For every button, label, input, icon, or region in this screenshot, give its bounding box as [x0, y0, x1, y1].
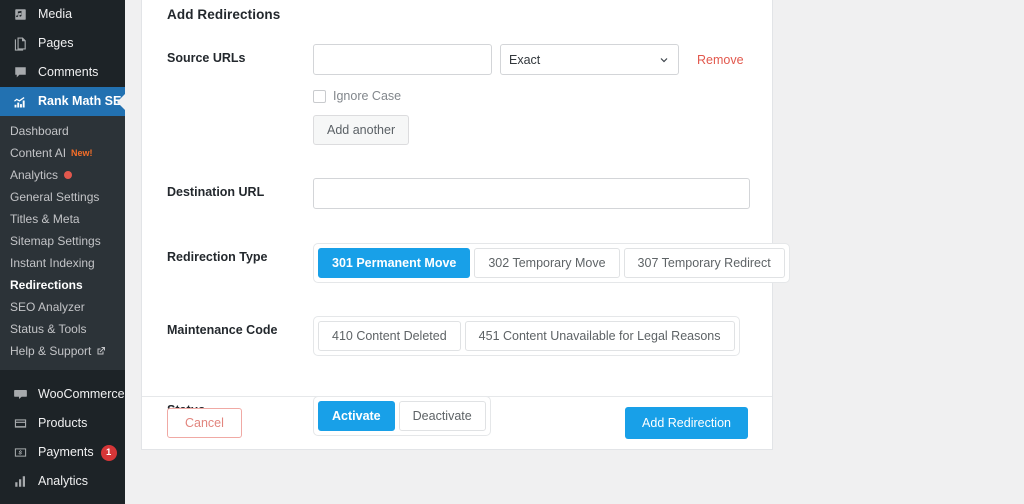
- source-url-line: Exact Remove: [313, 44, 772, 75]
- ignore-case-checkbox[interactable]: [313, 89, 326, 103]
- source-urls-label: Source URLs: [167, 51, 246, 65]
- add-another-button[interactable]: Add another: [313, 115, 410, 145]
- submenu-item-analytics[interactable]: Analytics: [0, 164, 125, 186]
- maintenance-code-label: Maintenance Code: [167, 323, 278, 337]
- payments-count-badge: 1: [100, 444, 117, 461]
- submenu-item-label: General Settings: [10, 190, 100, 204]
- submenu-item-label: Instant Indexing: [10, 256, 95, 270]
- sidebar-item-pages[interactable]: Pages: [0, 29, 125, 58]
- destination-url-input[interactable]: [313, 178, 750, 209]
- sidebar-item-payments[interactable]: Payments 1: [0, 438, 125, 467]
- submenu-item-redirections[interactable]: Redirections: [0, 274, 125, 296]
- field-row-maintenance-code: Maintenance Code 410 Content Deleted 451…: [142, 316, 772, 356]
- field-row-source-urls: Source URLs Exact Remove Ignore Case Add…: [142, 44, 772, 145]
- sidebar-item-comments[interactable]: Comments: [0, 58, 125, 87]
- submenu-item-label: Help & Support: [10, 344, 92, 358]
- match-type-select-wrapper: Exact: [500, 44, 679, 75]
- sidebar-item-label: WooCommerce: [38, 387, 125, 402]
- submenu-item-label: SEO Analyzer: [10, 300, 85, 314]
- submenu-item-status-tools[interactable]: Status & Tools: [0, 318, 125, 340]
- sidebar-item-products[interactable]: Products: [0, 409, 125, 438]
- page-title: Add Redirections: [167, 7, 281, 22]
- submenu-item-label: Analytics: [10, 168, 59, 182]
- sidebar-item-woocommerce[interactable]: WooCommerce: [0, 380, 125, 409]
- sidebar-item-label: Products: [38, 416, 88, 431]
- submenu-item-label: Status & Tools: [10, 322, 87, 336]
- submenu-item-dashboard[interactable]: Dashboard: [0, 120, 125, 142]
- redirection-form: Source URLs Exact Remove Ignore Case Add…: [142, 22, 790, 436]
- rank-math-submenu: Dashboard Content AI New! Analytics Gene…: [0, 116, 125, 370]
- card-footer: Cancel Add Redirection: [142, 396, 772, 449]
- analytics-bars-icon: [10, 472, 30, 492]
- external-link-icon: [96, 346, 106, 356]
- add-redirection-button[interactable]: Add Redirection: [625, 407, 748, 439]
- sidebar-item-label: Media: [38, 7, 73, 22]
- new-badge: New!: [71, 148, 93, 158]
- comments-icon: [10, 63, 30, 83]
- redirection-type-label: Redirection Type: [167, 250, 268, 264]
- maintenance-code-group: 410 Content Deleted 451 Content Unavaila…: [313, 316, 740, 356]
- marketing-megaphone-icon: [10, 501, 30, 504]
- maintenance-code-option-451[interactable]: 451 Content Unavailable for Legal Reason…: [464, 321, 735, 351]
- redirection-type-group: 301 Permanent Move 302 Temporary Move 30…: [313, 243, 790, 283]
- field-row-redirection-type: Redirection Type 301 Permanent Move 302 …: [142, 243, 790, 283]
- sidebar-item-label: Comments: [38, 65, 99, 80]
- ignore-case-row: Ignore Case: [313, 89, 772, 103]
- pages-icon: [10, 34, 30, 54]
- submenu-item-content-ai[interactable]: Content AI New!: [0, 142, 125, 164]
- submenu-item-label: Dashboard: [10, 124, 69, 138]
- sidebar-top-group: Media Pages Comments Rank Math SEO: [0, 0, 125, 116]
- submenu-item-titles-meta[interactable]: Titles & Meta: [0, 208, 125, 230]
- ignore-case-label: Ignore Case: [333, 89, 402, 103]
- destination-url-label: Destination URL: [167, 185, 265, 199]
- sidebar-item-label: Rank Math SEO: [38, 94, 125, 109]
- submenu-item-label: Sitemap Settings: [10, 234, 101, 248]
- maintenance-code-option-410[interactable]: 410 Content Deleted: [318, 321, 461, 351]
- notification-dot-icon: [64, 171, 73, 179]
- remove-source-link[interactable]: Remove: [697, 53, 744, 67]
- rank-math-icon: [10, 92, 30, 112]
- products-icon: [10, 414, 30, 434]
- submenu-item-general-settings[interactable]: General Settings: [0, 186, 125, 208]
- sidebar-item-label: Pages: [38, 36, 74, 51]
- submenu-item-instant-indexing[interactable]: Instant Indexing: [0, 252, 125, 274]
- sidebar-item-rank-math-seo[interactable]: Rank Math SEO: [0, 87, 125, 116]
- add-redirections-card: Add Redirections Source URLs Exact Remov…: [141, 0, 790, 450]
- sidebar-item-label: Payments: [38, 445, 94, 460]
- source-url-input[interactable]: [313, 44, 492, 75]
- redirection-type-option-301[interactable]: 301 Permanent Move: [318, 248, 471, 278]
- submenu-item-label: Titles & Meta: [10, 212, 80, 226]
- admin-sidebar: Media Pages Comments Rank Math SEO Dashb…: [0, 0, 125, 504]
- submenu-item-seo-analyzer[interactable]: SEO Analyzer: [0, 296, 125, 318]
- match-type-select[interactable]: Exact: [500, 44, 679, 75]
- media-icon: [10, 5, 30, 25]
- wp-admin-screen: Media Pages Comments Rank Math SEO Dashb…: [0, 0, 1024, 504]
- field-row-destination-url: Destination URL: [142, 178, 772, 209]
- submenu-item-label: Redirections: [10, 278, 83, 292]
- payments-icon: [10, 443, 30, 463]
- sidebar-bottom-group: WooCommerce Products Payments 1 Analytic…: [0, 380, 125, 504]
- sidebar-item-media[interactable]: Media: [0, 0, 125, 29]
- sidebar-item-analytics[interactable]: Analytics: [0, 467, 125, 496]
- submenu-item-label: Content AI: [10, 146, 67, 160]
- submenu-item-sitemap-settings[interactable]: Sitemap Settings: [0, 230, 125, 252]
- sidebar-item-label: Analytics: [38, 474, 89, 489]
- cancel-button[interactable]: Cancel: [167, 408, 242, 438]
- woocommerce-icon: [10, 385, 30, 405]
- submenu-item-help-support[interactable]: Help & Support: [0, 340, 125, 362]
- redirection-type-option-307[interactable]: 307 Temporary Redirect: [623, 248, 785, 278]
- sidebar-divider: [0, 370, 125, 380]
- sidebar-item-marketing[interactable]: Marketing: [0, 496, 125, 504]
- redirection-type-option-302[interactable]: 302 Temporary Move: [474, 248, 620, 278]
